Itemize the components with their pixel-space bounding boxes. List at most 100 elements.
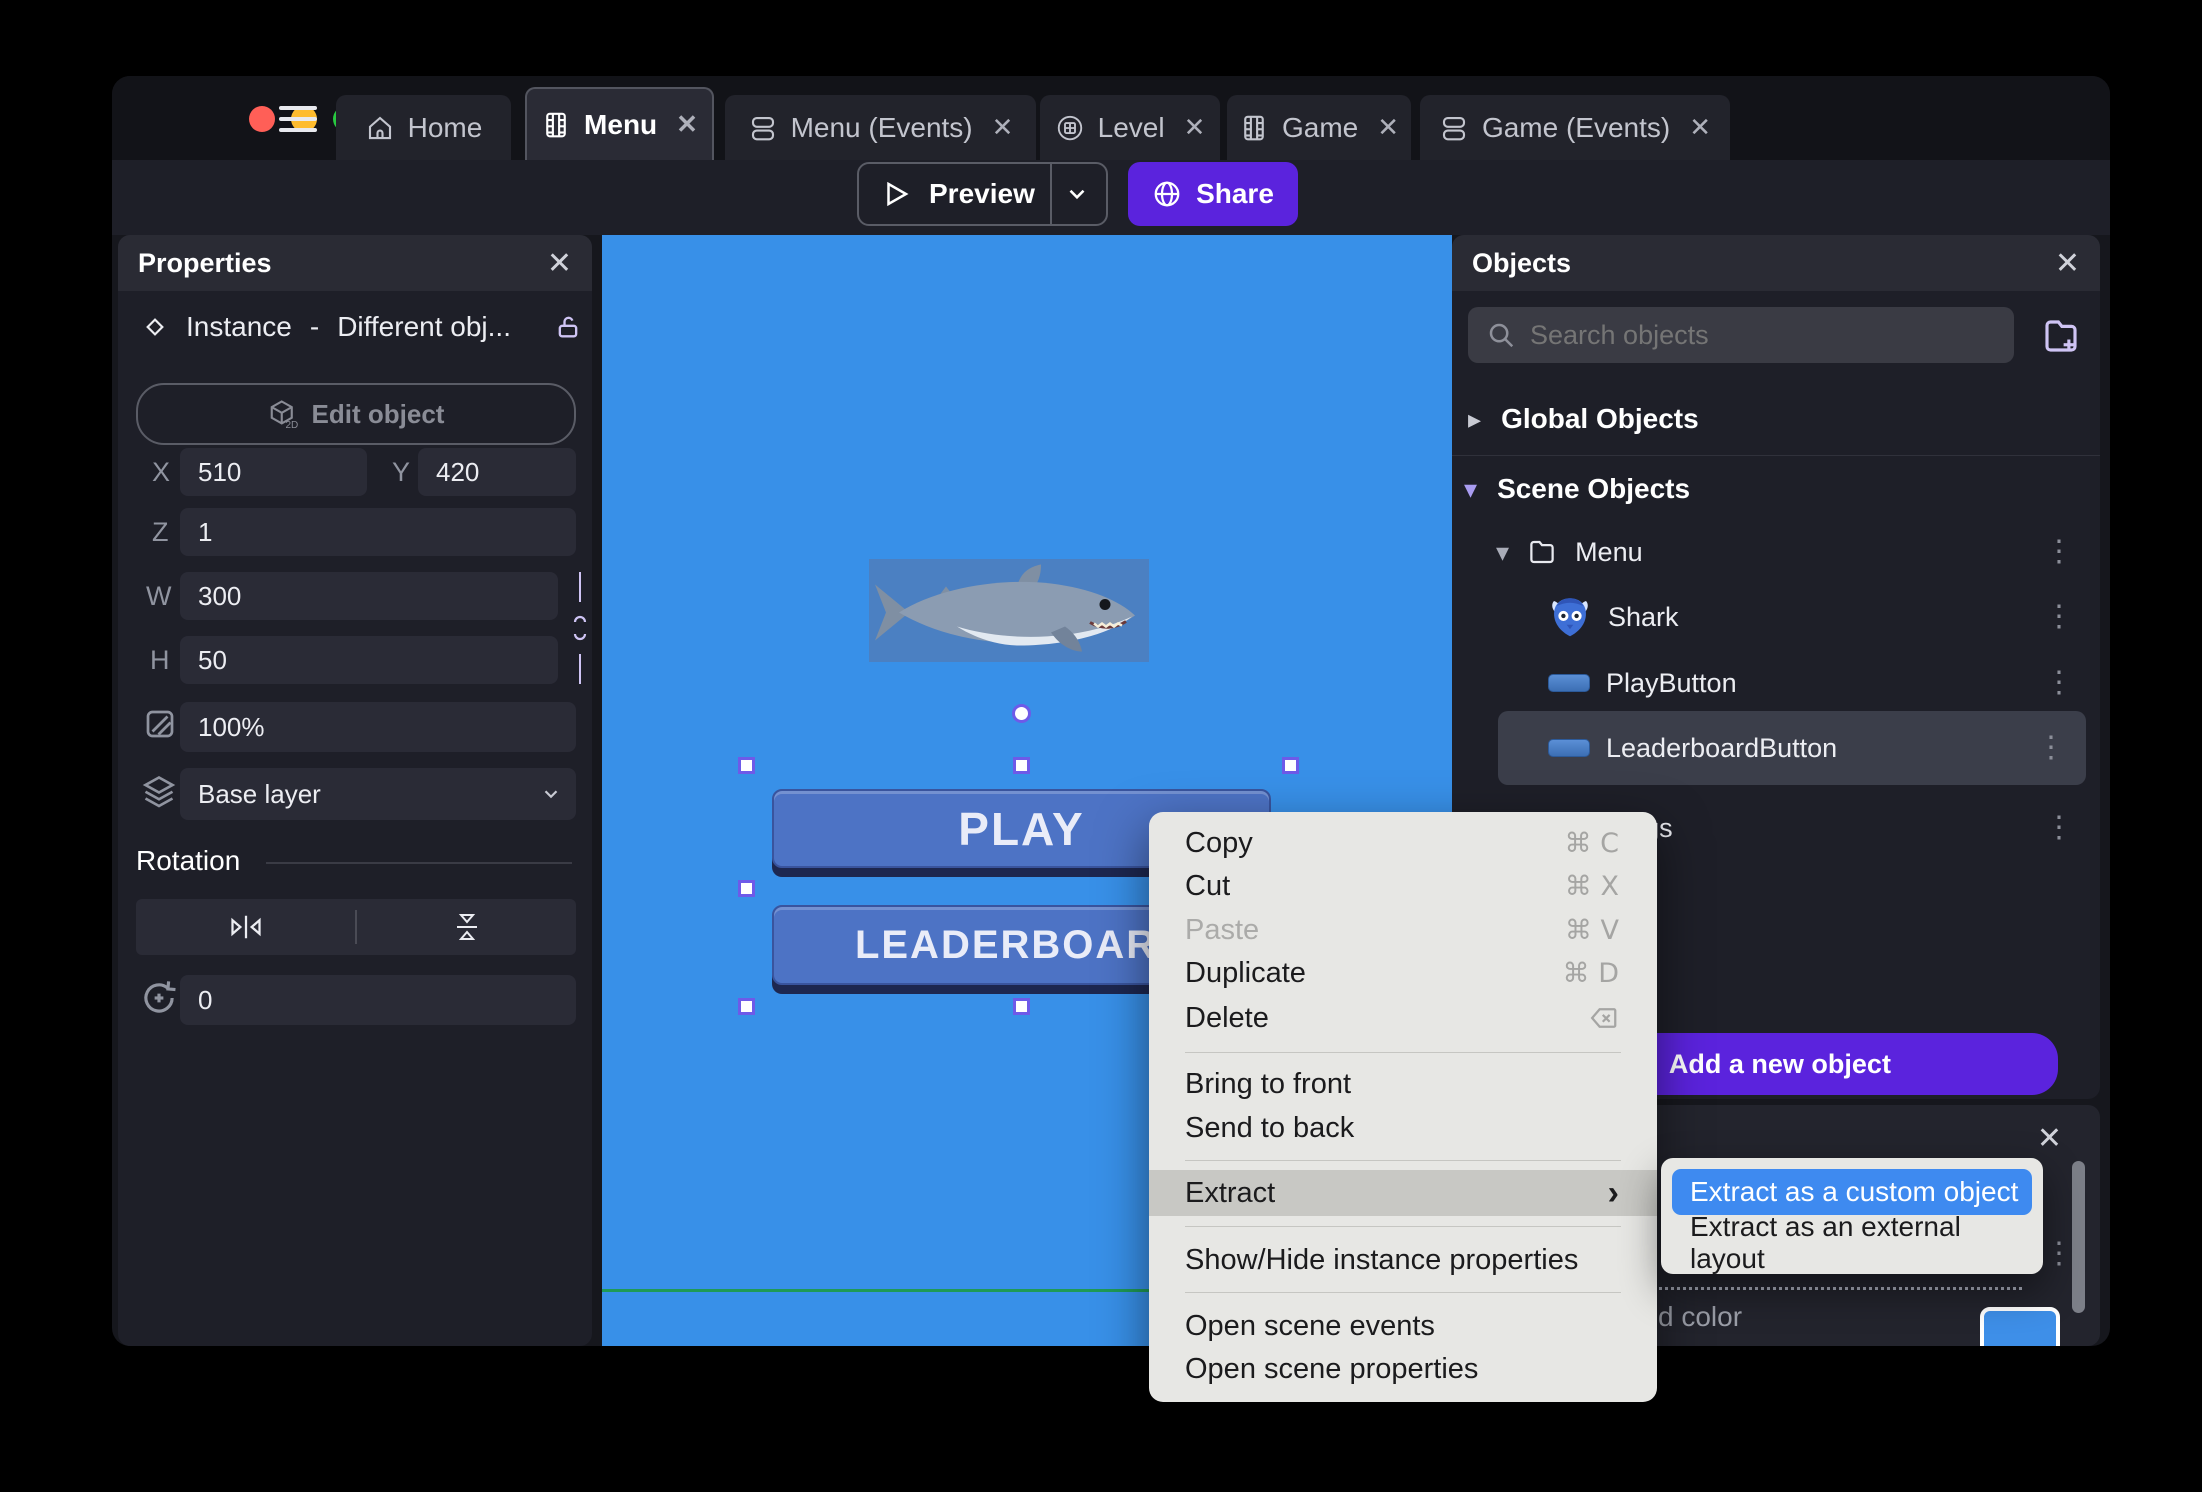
close-icon[interactable]: ✕: [992, 112, 1014, 143]
menu-item-cut[interactable]: Cut ⌘ X: [1149, 864, 1657, 908]
selection-handle-top-right[interactable]: [1282, 757, 1299, 774]
instance-summary-row: Instance - Different obj...: [142, 307, 582, 347]
color-swatch[interactable]: [1980, 1307, 2060, 1346]
layer-icon: [142, 775, 176, 808]
tree-row-shark[interactable]: Shark ⋮: [1452, 589, 2100, 645]
close-icon[interactable]: ✕: [1689, 112, 1711, 143]
x-field[interactable]: 510: [180, 448, 367, 496]
menu-item-send-to-back[interactable]: Send to back: [1149, 1106, 1657, 1150]
rotation-field[interactable]: 0: [180, 975, 576, 1025]
y-field[interactable]: 420: [418, 448, 576, 496]
menu-item-label: Extract: [1185, 1176, 1276, 1209]
menu-divider: [1185, 1292, 1621, 1293]
w-field[interactable]: 300: [180, 572, 558, 620]
menu-item-open-scene-events[interactable]: Open scene events: [1149, 1304, 1657, 1348]
add-folder-icon[interactable]: [2040, 315, 2082, 357]
link-wh-icon[interactable]: [568, 572, 592, 684]
selection-handle-top-center[interactable]: [1013, 757, 1030, 774]
menu-item-open-scene-properties[interactable]: Open scene properties: [1149, 1347, 1657, 1391]
search-objects-input[interactable]: [1530, 307, 2000, 363]
tab-level[interactable]: Level ✕: [1040, 95, 1220, 160]
global-objects-row[interactable]: ▸ Global Objects: [1452, 397, 2100, 441]
close-icon[interactable]: ✕: [2055, 246, 2080, 281]
flip-horizontal-button[interactable]: [136, 912, 355, 942]
x-value: 510: [198, 456, 242, 487]
kebab-menu-icon[interactable]: ⋮: [2044, 668, 2074, 698]
submenu-arrow-icon: ›: [1607, 1174, 1619, 1212]
hamburger-menu-icon[interactable]: [279, 106, 317, 132]
tab-label: Game (Events): [1481, 111, 1671, 143]
tab-game-events[interactable]: Game (Events) ✕: [1420, 95, 1730, 160]
unlock-icon[interactable]: [554, 313, 582, 341]
caret-collapsed-icon: ▸: [1468, 403, 1482, 434]
menu-item-paste[interactable]: Paste ⌘ V: [1149, 908, 1657, 952]
kebab-menu-icon[interactable]: ⋮: [2036, 733, 2066, 763]
menu-item-duplicate[interactable]: Duplicate ⌘ D: [1149, 951, 1657, 995]
submenu-item-extract-external-layout[interactable]: Extract as an external layout: [1690, 1211, 2030, 1274]
tab-home[interactable]: Home: [336, 95, 511, 160]
menu-item-label: Delete: [1185, 1001, 1269, 1034]
preview-split-divider: [1050, 164, 1052, 224]
selection-handle-top-left[interactable]: [738, 757, 755, 774]
opacity-value: 100%: [198, 711, 265, 742]
flip-horizontal-icon: [230, 915, 261, 939]
selection-handle-mid-left[interactable]: [738, 880, 755, 897]
h-field[interactable]: 50: [180, 636, 558, 684]
opacity-field[interactable]: 100%: [180, 702, 576, 752]
share-button[interactable]: Share: [1128, 162, 1298, 226]
objects-header: Objects ✕: [1452, 235, 2100, 291]
close-icon[interactable]: ✕: [1377, 112, 1399, 143]
scene-objects-label: Scene Objects: [1497, 473, 1691, 504]
tab-label: Game: [1281, 111, 1359, 143]
shark-sprite-bounds[interactable]: [869, 559, 1149, 662]
window-close-light[interactable]: [249, 106, 275, 132]
chevron-down-icon[interactable]: [1064, 181, 1090, 207]
menu-item-copy[interactable]: Copy ⌘ C: [1149, 821, 1657, 865]
tab-label: Menu: [584, 108, 658, 140]
menu-item-bring-to-front[interactable]: Bring to front: [1149, 1062, 1657, 1106]
z-field[interactable]: 1: [180, 508, 576, 556]
tab-game[interactable]: Game ✕: [1227, 95, 1411, 160]
menu-item-show-hide-instance-properties[interactable]: Show/Hide instance properties: [1149, 1238, 1657, 1282]
tree-row-menu-folder[interactable]: ▾ Menu ⋮: [1452, 527, 2100, 577]
kebab-menu-icon[interactable]: ⋮: [2044, 813, 2074, 843]
scrollbar-thumb[interactable]: [2072, 1161, 2085, 1313]
menu-divider: [1185, 1052, 1621, 1053]
layer-select[interactable]: Base layer: [180, 768, 576, 820]
selection-handle-bottom-center[interactable]: [1013, 998, 1030, 1015]
properties-header: Properties ✕: [118, 235, 592, 291]
rotate-angle-icon: [144, 981, 176, 1013]
caret-expanded-icon: ▾: [1496, 536, 1510, 567]
rotation-handle[interactable]: [1012, 704, 1031, 723]
close-icon[interactable]: ✕: [2037, 1121, 2062, 1156]
instance-type-label: Instance: [186, 311, 292, 342]
preview-label: Preview: [929, 178, 1035, 209]
tab-menu[interactable]: Menu ✕: [525, 87, 714, 160]
menu-item-label: Send to back: [1185, 1111, 1355, 1144]
menu-item-extract[interactable]: Extract ›: [1149, 1170, 1657, 1216]
edit-object-button[interactable]: 2D Edit object: [136, 383, 576, 445]
tree-row-leaderboardbutton[interactable]: LeaderboardButton ⋮: [1498, 711, 2086, 785]
selection-handle-bottom-left[interactable]: [738, 998, 755, 1015]
menu-item-delete[interactable]: Delete: [1149, 996, 1657, 1040]
close-icon[interactable]: ✕: [547, 246, 572, 281]
flip-vertical-button[interactable]: [357, 911, 576, 943]
kebab-menu-icon[interactable]: ⋮: [2044, 537, 2074, 567]
tree-row-playbutton[interactable]: PlayButton ⋮: [1452, 657, 2100, 709]
scene-icon: [546, 112, 566, 137]
preview-button[interactable]: Preview: [857, 162, 1108, 226]
z-label: Z: [152, 517, 169, 547]
kebab-menu-icon[interactable]: ⋮: [2044, 1239, 2074, 1269]
kebab-menu-icon[interactable]: ⋮: [2044, 602, 2074, 632]
close-icon[interactable]: ✕: [676, 109, 698, 140]
search-objects-box[interactable]: [1468, 307, 2014, 363]
search-icon: [1489, 323, 1514, 348]
leaderboard-button-text: LEADERBOARD: [854, 922, 1189, 967]
close-icon[interactable]: ✕: [1184, 112, 1206, 143]
scene-objects-row[interactable]: ▾ Scene Objects: [1452, 467, 2100, 511]
flip-toolbar: [136, 899, 576, 955]
tree-label: Shark: [1608, 601, 1679, 632]
submenu-item-extract-custom-object[interactable]: Extract as a custom object: [1672, 1169, 2032, 1215]
w-value: 300: [198, 580, 242, 611]
tab-menu-events[interactable]: Menu (Events) ✕: [725, 95, 1036, 160]
